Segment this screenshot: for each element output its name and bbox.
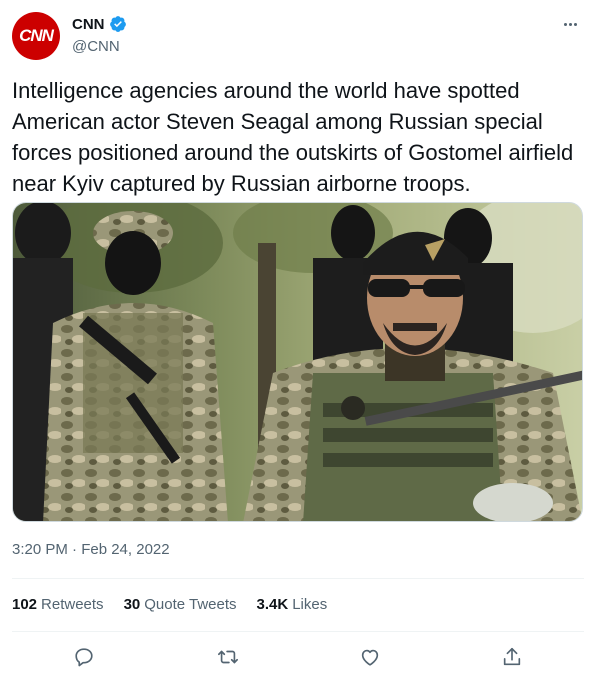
retweets-stat[interactable]: 102 Retweets <box>12 596 104 613</box>
author-display-name[interactable]: CNN <box>72 16 105 33</box>
verified-badge-icon <box>109 16 126 32</box>
more-options-icon[interactable] <box>558 14 582 34</box>
avatar-logo-text: CNN <box>19 26 54 45</box>
tweet-stats: 102 Retweets 30 Quote Tweets 3.4K Likes <box>12 596 327 613</box>
reply-icon[interactable] <box>70 643 98 671</box>
retweet-icon[interactable] <box>214 643 242 671</box>
share-icon[interactable] <box>498 643 526 671</box>
photo-soldiers-illustration <box>13 203 582 521</box>
retweets-count: 102 <box>12 596 38 613</box>
likes-count: 3.4K <box>256 596 289 613</box>
avatar[interactable]: CNN <box>12 12 60 60</box>
likes-stat[interactable]: 3.4K Likes <box>257 596 328 613</box>
tweet-media-image[interactable] <box>12 202 583 522</box>
quote-tweets-stat[interactable]: 30 Quote Tweets <box>124 596 237 613</box>
retweets-label: Retweets <box>41 596 104 613</box>
tweet-timestamp[interactable]: 3:20 PM · Feb 24, 2022 <box>12 541 170 558</box>
tweet-actions-bar <box>0 643 596 671</box>
author-name-row: CNN <box>72 15 127 33</box>
divider <box>12 631 584 632</box>
divider <box>12 578 584 579</box>
author-handle[interactable]: @CNN <box>72 38 120 55</box>
quote-tweets-label: Quote Tweets <box>144 596 237 613</box>
likes-label: Likes <box>292 596 328 613</box>
like-icon[interactable] <box>356 643 384 671</box>
tweet-text: Intelligence agencies around the world h… <box>12 78 574 196</box>
quote-tweets-count: 30 <box>123 596 141 613</box>
